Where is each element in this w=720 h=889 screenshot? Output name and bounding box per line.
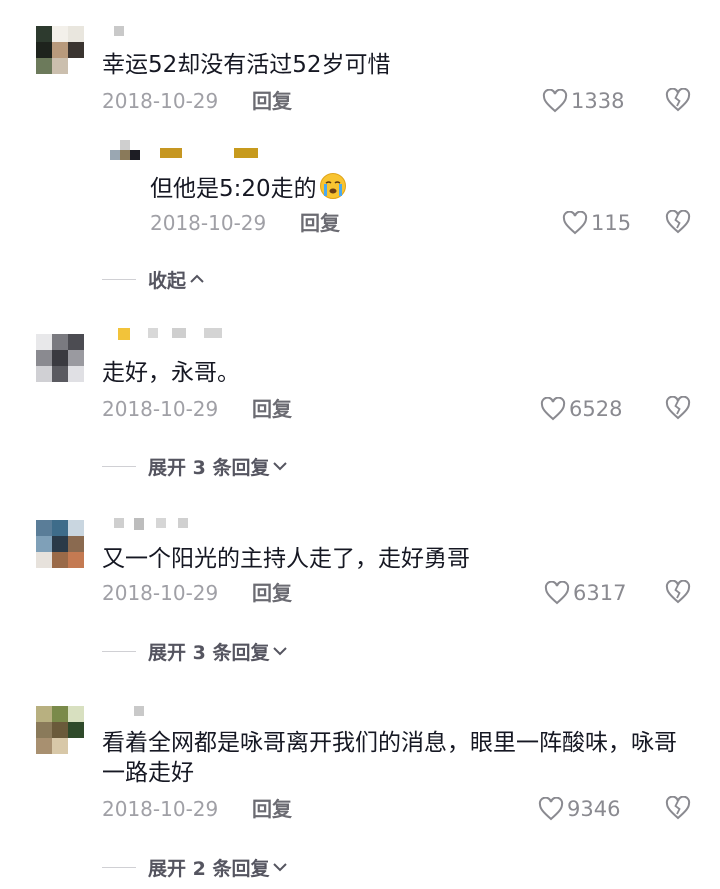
chevron-down-icon [269,857,289,879]
reply-date: 2018-10-29 [150,211,267,235]
collapse-replies-button[interactable]: 收起 [102,266,206,293]
dislike-button[interactable] [665,580,691,604]
like-button[interactable]: 9346 [538,796,620,822]
dislike-button[interactable] [665,210,691,234]
reply-button[interactable]: 回复 [252,796,292,822]
broken-heart-icon [665,580,691,604]
divider [102,466,136,467]
reply-button[interactable]: 回复 [252,88,292,114]
like-button[interactable]: 115 [562,210,631,236]
heart-icon [540,397,566,421]
divider [102,651,136,652]
reply-button[interactable]: 回复 [252,580,292,606]
expand-replies-button[interactable]: 展开 3 条回复 [102,453,289,480]
broken-heart-icon [665,796,691,820]
like-button[interactable]: 1338 [542,88,624,114]
chevron-up-icon [186,269,206,291]
like-count: 9346 [567,797,621,821]
username-redacted[interactable] [108,518,208,530]
like-count: 115 [591,211,632,235]
comment-date: 2018-10-29 [102,89,219,113]
like-button[interactable]: 6528 [540,396,622,422]
heart-icon [544,581,570,605]
reply-button[interactable]: 回复 [252,396,292,422]
comment-text: 看着全网都是咏哥离开我们的消息，眼里一阵酸味，咏哥一路走好 [102,730,677,786]
avatar[interactable] [36,334,84,382]
dislike-button[interactable] [665,796,691,820]
divider [102,867,136,868]
expand-replies-button[interactable]: 展开 2 条回复 [102,854,289,881]
crying-face-emoji [319,172,347,208]
comment-date: 2018-10-29 [102,581,219,605]
username-redacted[interactable] [108,706,148,718]
broken-heart-icon [665,396,691,420]
avatar[interactable] [36,26,84,74]
heart-icon [542,89,568,113]
like-button[interactable]: 6317 [544,580,626,606]
username-redacted[interactable] [108,328,228,340]
avatar[interactable] [36,520,84,568]
reply-button[interactable]: 回复 [300,210,340,236]
heart-icon [562,211,588,235]
username-redacted[interactable] [108,26,138,38]
chevron-down-icon [269,641,289,663]
dislike-button[interactable] [665,396,691,420]
comment-date: 2018-10-29 [102,797,219,821]
avatar[interactable] [36,706,84,754]
reply-text: 但他是5:20走的 [150,172,347,208]
comment-text: 又一个阳光的主持人走了，走好勇哥 [102,546,470,572]
comment-date: 2018-10-29 [102,397,219,421]
chevron-down-icon [269,456,289,478]
like-count: 6317 [573,581,627,605]
avatar[interactable] [110,140,140,170]
like-count: 6528 [569,397,623,421]
comment-text: 走好，永哥。 [102,360,240,386]
heart-icon [538,797,564,821]
like-count: 1338 [571,89,625,113]
dislike-button[interactable] [665,88,691,112]
comment-text: 幸运52却没有活过52岁可惜 [102,52,391,78]
broken-heart-icon [665,88,691,112]
broken-heart-icon [665,210,691,234]
username-redacted[interactable] [150,148,270,160]
expand-replies-button[interactable]: 展开 3 条回复 [102,638,289,665]
divider [102,279,136,280]
